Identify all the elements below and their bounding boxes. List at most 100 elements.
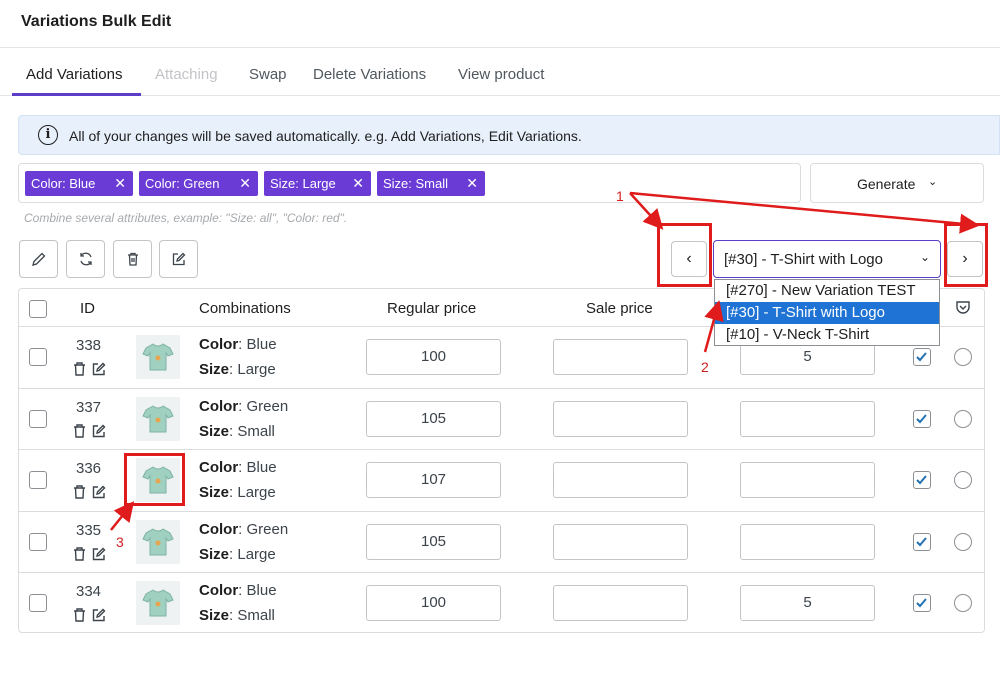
chip-remove-icon[interactable]: ✕ [239, 171, 251, 196]
stock-input[interactable] [740, 462, 875, 498]
edit-square-icon[interactable] [91, 546, 107, 562]
attr-key: Size [199, 484, 230, 501]
row-checkbox[interactable] [29, 594, 47, 612]
product-option-selected[interactable]: [#30] - T-Shirt with Logo [715, 302, 939, 324]
sale-price-input[interactable] [553, 462, 688, 498]
attr-value: Green [246, 520, 289, 538]
regular-price-input[interactable]: 105 [366, 523, 501, 560]
attr-value: Blue [246, 459, 277, 476]
combination-attr: Color: Blue [199, 582, 277, 599]
default-radio[interactable] [954, 348, 972, 366]
sale-price-input[interactable] [553, 585, 688, 621]
delete-button[interactable] [113, 240, 152, 278]
column-header-sale-price: Sale price [586, 300, 653, 317]
enabled-checkbox[interactable] [913, 348, 931, 366]
regular-price-input[interactable]: 100 [366, 339, 501, 375]
tab-attaching[interactable]: Attaching [155, 66, 218, 83]
sale-price-input[interactable] [553, 400, 688, 437]
enabled-checkbox[interactable] [913, 532, 931, 551]
shield-icon[interactable] [955, 299, 971, 315]
variation-thumbnail[interactable] [136, 335, 180, 379]
sale-price-input[interactable] [553, 339, 688, 375]
variation-id: 336 [76, 460, 102, 477]
chip-remove-icon[interactable]: ✕ [352, 171, 364, 196]
product-option[interactable]: [#10] - V-Neck T-Shirt [715, 324, 939, 346]
tshirt-icon [142, 404, 174, 432]
default-radio[interactable] [954, 409, 972, 428]
stock-input[interactable]: 5 [740, 585, 875, 621]
row-actions [72, 484, 112, 502]
attr-value: Small [237, 422, 275, 440]
row-checkbox[interactable] [29, 532, 47, 551]
generate-button[interactable]: Generate ⌄ [810, 163, 984, 203]
row-actions [72, 361, 112, 379]
trash-icon [128, 252, 138, 266]
enabled-checkbox[interactable] [913, 409, 931, 428]
default-radio[interactable] [954, 471, 972, 489]
trash-icon[interactable] [72, 546, 87, 562]
check-icon [916, 352, 927, 362]
check-icon [916, 536, 927, 546]
refresh-button[interactable] [66, 240, 105, 278]
enabled-checkbox[interactable] [913, 594, 931, 612]
row-actions [72, 546, 112, 564]
annotation-number: 2 [701, 359, 709, 375]
chip-color-blue: Color: Blue ✕ [25, 171, 133, 196]
trash-icon[interactable] [72, 607, 87, 623]
chip-remove-icon[interactable]: ✕ [114, 171, 126, 196]
chevron-down-icon: ⌄ [919, 250, 930, 264]
trash-icon[interactable] [72, 361, 87, 377]
row-checkbox[interactable] [29, 409, 47, 428]
default-radio[interactable] [954, 532, 972, 551]
trash-icon[interactable] [72, 423, 87, 439]
combination-attr: Size: Large [199, 361, 276, 378]
bulk-edit-button[interactable] [19, 240, 58, 278]
regular-price-input[interactable]: 105 [366, 400, 501, 437]
combination-attr: Size: Large [199, 484, 276, 501]
sale-price-input[interactable] [553, 523, 688, 560]
trash-icon[interactable] [72, 484, 87, 500]
attr-value: Large [237, 484, 276, 501]
regular-price-input[interactable]: 107 [366, 462, 501, 498]
variation-thumbnail[interactable] [136, 519, 180, 564]
select-all-checkbox[interactable] [29, 300, 47, 318]
table-row: 335 Color: Green Size: Large 105 [19, 510, 984, 573]
chip-label: Size: Large [270, 176, 336, 191]
default-radio[interactable] [954, 594, 972, 612]
combination-attr: Color: Green [199, 520, 289, 538]
tab-add-variations[interactable]: Add Variations [26, 66, 122, 83]
edit-square-icon[interactable] [91, 423, 107, 439]
variation-thumbnail[interactable] [136, 396, 180, 441]
tab-delete-variations[interactable]: Delete Variations [313, 66, 426, 83]
tshirt-icon [142, 589, 174, 617]
variation-thumbnail[interactable] [136, 581, 180, 625]
stock-input[interactable] [740, 400, 875, 437]
edit-square-icon[interactable] [91, 484, 107, 500]
table-row: 337 Color: Green Size: Small 105 [19, 387, 984, 450]
stock-input[interactable] [740, 523, 875, 560]
product-select[interactable]: [#30] - T-Shirt with Logo ⌄ [713, 240, 941, 278]
refresh-icon [80, 252, 92, 266]
tshirt-icon [142, 527, 174, 555]
product-option[interactable]: [#270] - New Variation TEST [715, 280, 939, 302]
edit-square-icon[interactable] [91, 361, 107, 377]
chip-remove-icon[interactable]: ✕ [466, 171, 478, 196]
tab-swap[interactable]: Swap [249, 66, 287, 83]
page-header: Variations Bulk Edit [0, 0, 1000, 48]
attribute-input[interactable]: Color: Blue ✕ Color: Green ✕ Size: Large… [18, 163, 801, 203]
attr-key: Color [199, 336, 239, 353]
row-checkbox[interactable] [29, 348, 47, 366]
tab-view-product[interactable]: View product [458, 66, 544, 83]
active-tab-indicator [12, 93, 141, 96]
edit-square-icon[interactable] [91, 607, 107, 623]
check-icon [916, 475, 927, 485]
row-checkbox[interactable] [29, 471, 47, 489]
info-icon: i [38, 125, 58, 145]
attr-value: Blue [246, 336, 277, 353]
edit-button[interactable] [159, 240, 198, 278]
regular-price-input[interactable]: 100 [366, 585, 501, 621]
notice-text: All of your changes will be saved automa… [69, 128, 582, 144]
attr-key: Size [199, 607, 230, 624]
variation-id: 338 [76, 337, 102, 354]
enabled-checkbox[interactable] [913, 471, 931, 489]
